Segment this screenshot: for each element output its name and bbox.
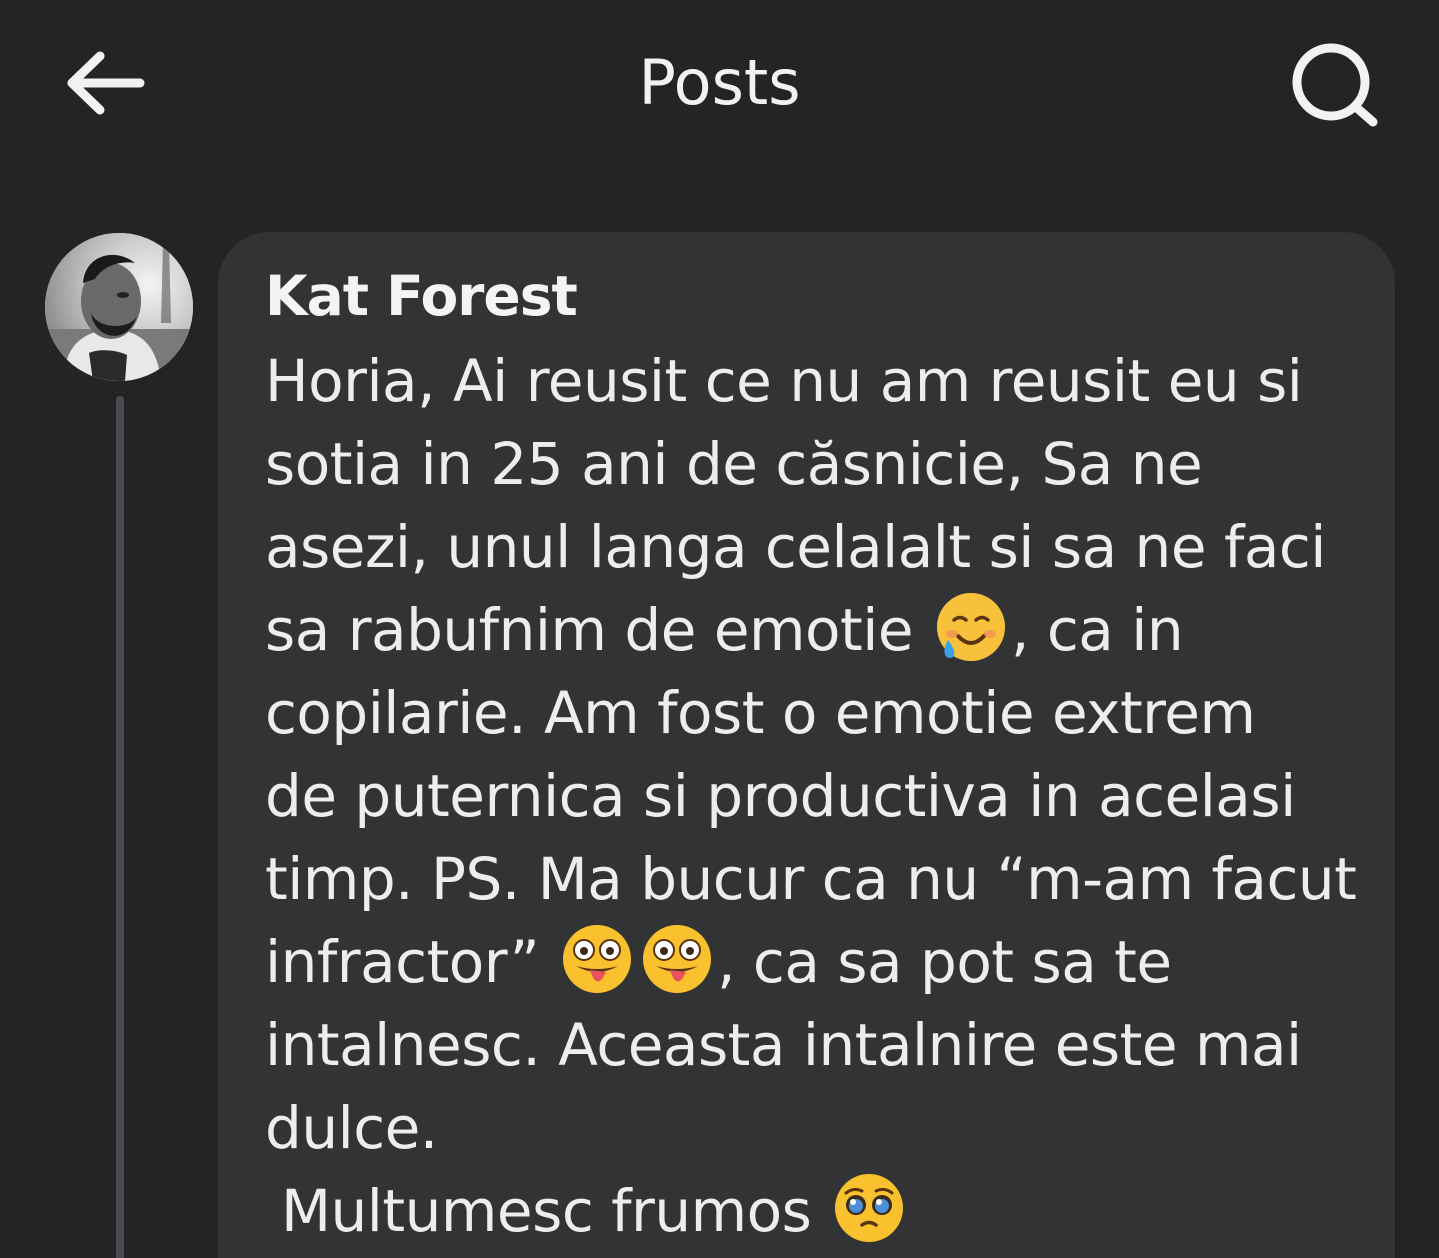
text-line: de puternica si productiva in acelasi	[265, 762, 1296, 830]
text-line: asezi, unul langa celalalt si sa ne faci	[265, 513, 1326, 581]
text-line: timp. PS. Ma bucur ca nu “m-am facut	[265, 845, 1357, 913]
thread-line	[116, 396, 124, 1258]
page-title: Posts	[638, 46, 801, 119]
top-bar: Posts	[0, 0, 1439, 170]
comment-author[interactable]: Kat Forest	[265, 264, 578, 328]
zany-face-icon	[563, 925, 632, 993]
text-line: Multumesc frumos	[265, 1170, 1375, 1253]
comment-text: Horia, Ai reusit ce nu am reusit eu si s…	[265, 340, 1375, 1253]
text-line: Horia, Ai reusit ce nu am reusit eu si	[265, 347, 1303, 415]
pleading-face-icon	[835, 1174, 904, 1242]
smiling-face-with-tear-icon	[936, 593, 1005, 661]
text-fragment: Multumesc frumos	[281, 1177, 812, 1245]
text-line: intalnesc. Aceasta intalnire este mai	[265, 1011, 1302, 1079]
text-line: copilarie. Am fost o emotie extrem	[265, 679, 1256, 747]
posts-screen: Posts Kat Forest Horia, Ai reusit ce nu …	[0, 0, 1439, 1258]
text-line: infractor” , ca sa pot sa te	[265, 921, 1375, 1004]
avatar[interactable]	[45, 233, 193, 381]
search-button[interactable]	[1283, 38, 1387, 134]
text-line: sotia in 25 ani de căsnicie, Sa ne	[265, 430, 1203, 498]
text-fragment: infractor”	[265, 928, 540, 996]
text-line: dulce.	[265, 1094, 438, 1162]
text-line: sa rabufnim de emotie , ca in	[265, 589, 1375, 672]
zany-face-icon	[643, 925, 712, 993]
text-fragment: , ca sa pot sa te	[717, 928, 1172, 996]
text-fragment: sa rabufnim de emotie	[265, 596, 914, 664]
search-icon	[1292, 43, 1378, 127]
text-fragment: , ca in	[1010, 596, 1184, 664]
